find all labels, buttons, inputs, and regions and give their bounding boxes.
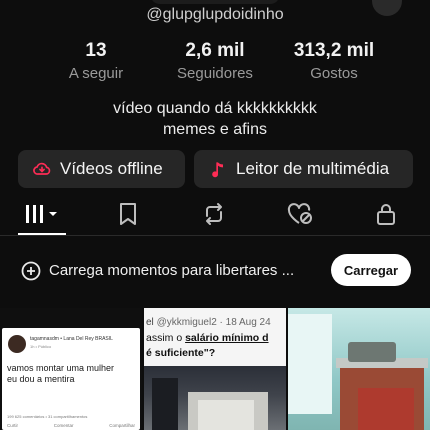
tab-private[interactable] xyxy=(356,193,416,235)
stat-likes[interactable]: 313,2 mil Gostos xyxy=(279,40,389,82)
stat-followers[interactable]: 2,6 mil Seguidores xyxy=(160,40,270,82)
tweet-name-fragment: el xyxy=(146,317,154,328)
offline-videos-label: Vídeos offline xyxy=(60,159,163,178)
bio-line-1: vídeo quando dá kkkkkkkkkk xyxy=(113,100,317,117)
video-thumbnail[interactable]: tagamnasdm • Lana Del Rey BRASIL 1h • Pú… xyxy=(0,308,142,430)
post-action-like: Curtir xyxy=(7,423,18,428)
stat-followers-label: Seguidores xyxy=(177,65,253,82)
post-action-share: Compartilhar xyxy=(109,423,135,428)
grid-icon xyxy=(26,205,57,223)
tweet-handle: @ykkmiguel2 · 18 Aug 24 xyxy=(156,317,271,328)
bio-line-2: memes e afins xyxy=(162,121,268,138)
video-thumbnail[interactable]: el @ykkmiguel2 · 18 Aug 24 assim o salár… xyxy=(144,308,286,430)
tab-liked[interactable] xyxy=(270,193,330,235)
tweet-screenshot: el @ykkmiguel2 · 18 Aug 24 assim o salár… xyxy=(144,308,286,366)
tweet-text: assim o salário mínimo d é suficiente"? xyxy=(146,331,286,361)
stat-following-count: 13 xyxy=(85,40,107,61)
profile-tabs xyxy=(0,193,430,235)
moments-text: Carrega momentos para libertares ... xyxy=(49,262,295,279)
profile-bio: vídeo quando dá kkkkkkkkkk memes e afins xyxy=(0,98,430,140)
post-author: tagamnasdm • Lana Del Rey BRASIL xyxy=(30,336,113,342)
tweet-photo-object-inner xyxy=(198,400,254,430)
tweet-photo-door xyxy=(152,378,178,430)
cloud-download-icon xyxy=(33,162,51,175)
tweet-text-line-2: é suficiente"? xyxy=(146,347,216,359)
post-actions: Curtir Comentar Compartilhar xyxy=(7,423,135,428)
post-text-line-1: vamos montar uma mulher xyxy=(7,363,115,373)
media-player-button[interactable]: Leitor de multimédia xyxy=(194,150,413,188)
stat-following-label: A seguir xyxy=(68,65,124,82)
post-text: vamos montar uma mulher eu dou a mentira xyxy=(7,363,137,385)
stat-likes-label: Gostos xyxy=(310,65,358,82)
profile-username: @glupglupdoidinho xyxy=(146,6,284,23)
media-player-label: Leitor de multimédia xyxy=(236,159,390,178)
video-thumbnail[interactable] xyxy=(288,308,430,430)
profile-header: @glupglupdoidinho xyxy=(0,0,430,36)
add-circle-icon xyxy=(21,261,41,281)
tab-videos[interactable] xyxy=(12,193,72,235)
upload-button[interactable]: Carregar xyxy=(331,254,411,286)
stat-followers-count: 2,6 mil xyxy=(185,40,245,61)
avatar xyxy=(8,335,26,353)
tab-reposts[interactable] xyxy=(184,193,244,235)
profile-stats: 13 A seguir 2,6 mil Seguidores 313,2 mil… xyxy=(0,40,430,86)
tweet-header: el @ykkmiguel2 · 18 Aug 24 xyxy=(146,317,271,328)
post-text-line-2: eu dou a mentira xyxy=(7,374,75,384)
video-grid: tagamnasdm • Lana Del Rey BRASIL 1h • Pú… xyxy=(0,308,430,430)
bookmark-icon xyxy=(120,203,136,225)
display-name-cutoff xyxy=(150,0,280,4)
room-window xyxy=(288,314,332,414)
offline-videos-button[interactable]: Vídeos offline xyxy=(18,150,185,188)
repost-icon xyxy=(206,203,222,225)
room-red-object xyxy=(358,388,414,430)
tabs-divider xyxy=(0,235,430,236)
liked-hidden-icon xyxy=(287,203,312,224)
music-note-icon xyxy=(212,162,223,178)
tweet-text-line-1: assim o salário mínimo d xyxy=(146,332,269,344)
stat-following[interactable]: 13 A seguir xyxy=(41,40,151,82)
moments-banner: Carrega momentos para libertares ... Car… xyxy=(0,250,430,292)
facebook-post-screenshot: tagamnasdm • Lana Del Rey BRASIL 1h • Pú… xyxy=(2,328,140,430)
post-meta: 199 625 comentários • 31 compartilhament… xyxy=(7,414,88,419)
stat-likes-count: 313,2 mil xyxy=(293,40,375,61)
post-time: 1h • Público xyxy=(30,344,52,349)
tab-favorites[interactable] xyxy=(98,193,158,235)
room-device xyxy=(348,342,396,362)
lock-icon xyxy=(377,204,395,225)
post-action-comment: Comentar xyxy=(53,423,74,428)
